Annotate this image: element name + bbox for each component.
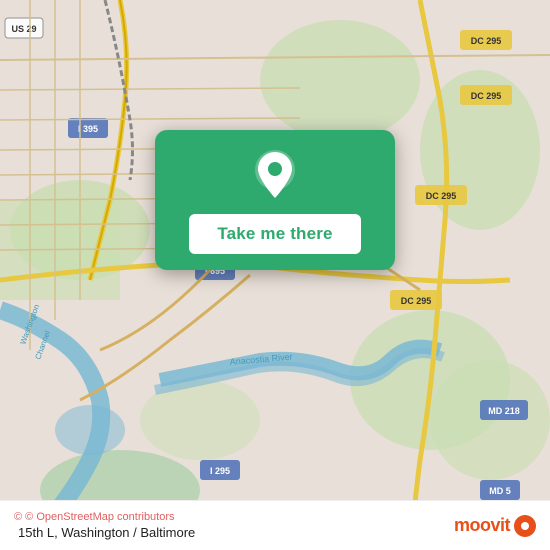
moovit-logo-dot xyxy=(514,515,536,537)
svg-text:DC 295: DC 295 xyxy=(471,36,502,46)
take-me-there-button[interactable]: Take me there xyxy=(189,214,360,254)
attribution-text: © OpenStreetMap contributors xyxy=(25,511,174,523)
location-label: 15th L, Washington / Baltimore xyxy=(18,525,195,540)
map-background: DC 295 DC 295 DC 295 I 395 I 695 I 295 U… xyxy=(0,0,550,550)
svg-text:MD 5: MD 5 xyxy=(489,486,511,496)
svg-text:US 29: US 29 xyxy=(11,24,36,34)
popup-card: Take me there xyxy=(155,130,395,270)
svg-text:DC 295: DC 295 xyxy=(471,91,502,101)
svg-text:DC 295: DC 295 xyxy=(426,191,457,201)
copyright-symbol: © xyxy=(14,511,22,523)
svg-text:I 295: I 295 xyxy=(210,466,230,476)
attribution: © © OpenStreetMap contributors xyxy=(14,511,195,523)
svg-text:I 395: I 395 xyxy=(78,124,98,134)
bottom-left: © © OpenStreetMap contributors 15th L, W… xyxy=(14,511,195,540)
moovit-logo-text: moovit xyxy=(454,515,510,536)
svg-text:DC 295: DC 295 xyxy=(401,296,432,306)
map-container: DC 295 DC 295 DC 295 I 395 I 695 I 295 U… xyxy=(0,0,550,550)
moovit-logo: moovit xyxy=(454,515,536,537)
moovit-logo-dot-inner xyxy=(521,522,529,530)
svg-text:MD 218: MD 218 xyxy=(488,406,520,416)
bottom-bar: © © OpenStreetMap contributors 15th L, W… xyxy=(0,500,550,550)
location-pin-icon xyxy=(251,148,299,204)
location-icon-wrapper xyxy=(247,148,303,204)
